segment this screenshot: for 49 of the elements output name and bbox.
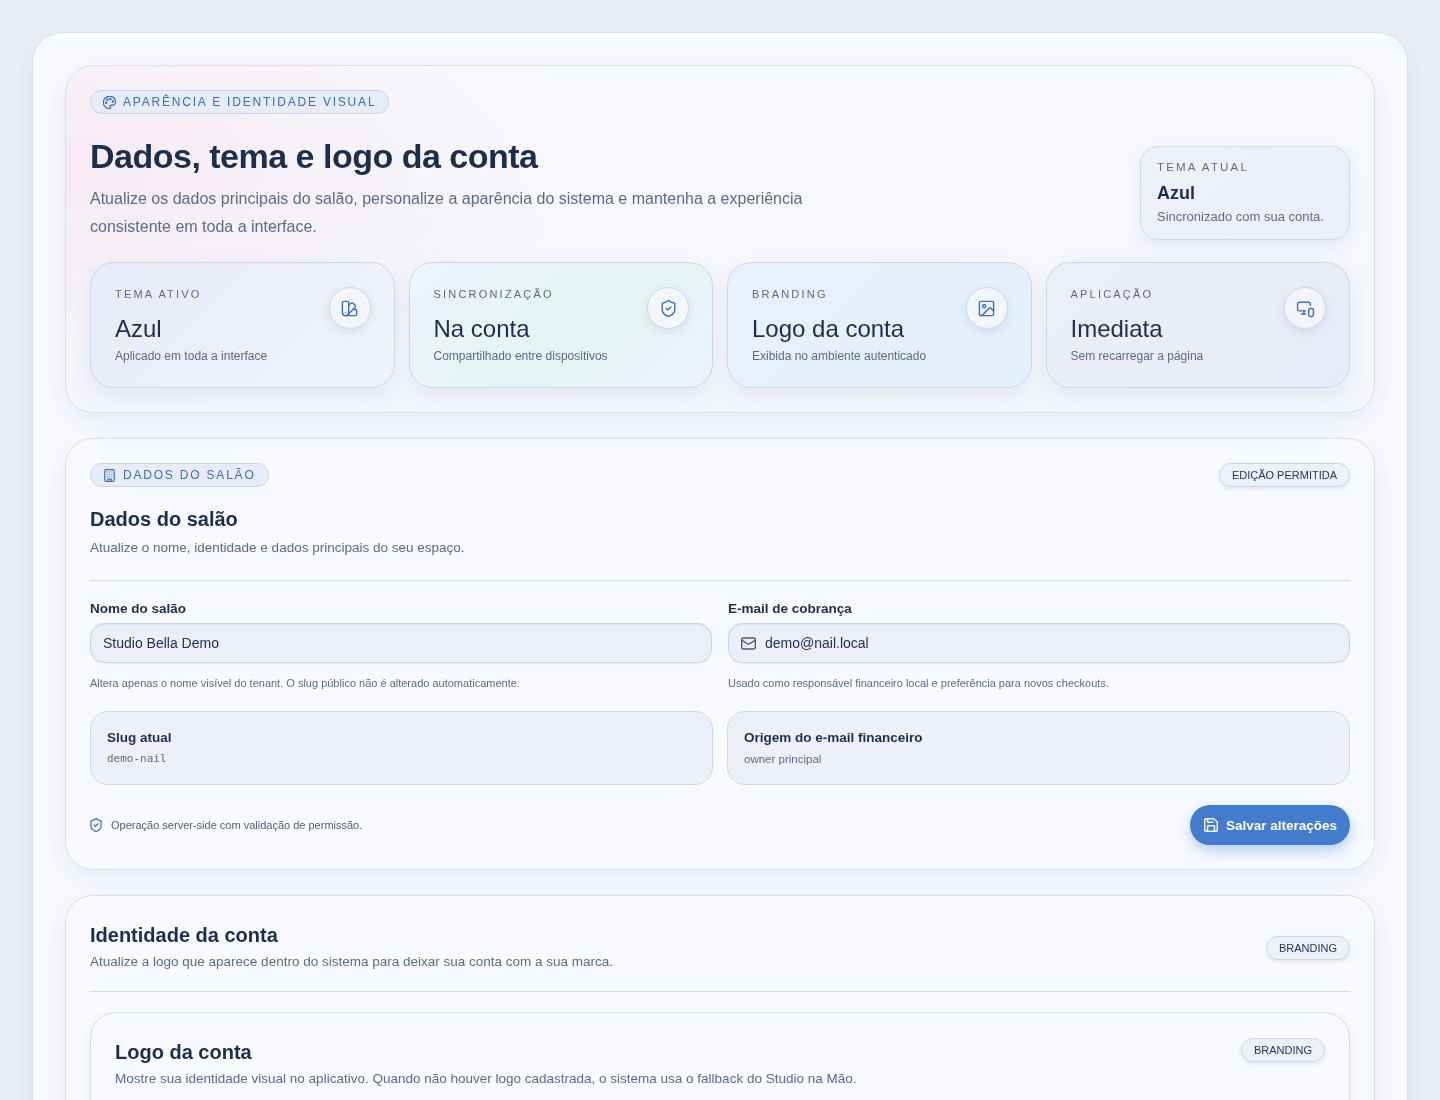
text-field[interactable]: Studio Bella Demo [90,623,712,663]
swatch-book-icon [328,287,371,329]
current-theme-label: TEMA ATUAL [1157,160,1250,175]
branding-badge: BRANDING [1240,1038,1325,1062]
shield-check-icon [647,287,689,329]
section-description: Atualize o nome, identidade e dados principais do seu espaço. [90,539,466,557]
page-description: Atualize os dados principais do salão, personalize a aparência do sistema e mantenha a experiência consistente em toda a interface. [90,189,804,237]
field-label: Nome do salão [90,601,187,617]
field-help-text: Altera apenas o nome visível do tenant. O slug público não é alterado automaticamente. [90,676,520,690]
info-label: Slug atual [107,730,172,746]
stat-note: Exibida no ambiente autenticado [752,348,927,364]
email-field[interactable]: demo@nail.local [728,623,1350,663]
branding-badge: BRANDING [1265,935,1350,960]
stat-value: Na conta [433,314,530,344]
logo-card-title: Logo da conta [115,1040,252,1064]
building-icon [103,468,116,482]
stat-value: Logo da conta [752,314,905,344]
section-tag-label: DADOS DO SALÃO [123,468,256,482]
stat-label: APLICAÇÃO [1070,287,1154,301]
info-value: owner principal [744,752,822,766]
current-theme-value: Azul [1157,182,1195,204]
save-button[interactable]: Salvar alterações [1189,805,1350,845]
stat-label: TEMA ATIVO [115,287,202,301]
monitor-phone-icon [1284,287,1326,329]
info-value: demo-nail [107,752,167,766]
section-title: Identidade da conta [90,923,278,947]
section-tag-label: APARÊNCIA E IDENTIDADE VISUAL [123,95,377,109]
stat-label: BRANDING [752,287,828,301]
logo-card-description: Mostre sua identidade visual no aplicativo. Quando não houver logo cadastrada, o sistema usa o fallback do Studio na Mão. [115,1070,857,1088]
permission-badge: EDIÇÃO PERMITIDA [1218,463,1350,487]
field-help-text: Usado como responsável financeiro local e preferência para novos checkouts. [728,676,1109,690]
section-title: Dados do salão [90,507,239,531]
current-theme-note: Sincronizado com sua conta. [1157,209,1324,225]
section-description: Atualize a logo que aparece dentro do sistema para deixar sua conta com a sua marca. [90,953,614,971]
image-icon [965,287,1008,329]
shield-check-icon [90,818,102,832]
save-icon [1203,818,1218,832]
info-label: Origem do e-mail financeiro [744,730,923,746]
stat-label: SINCRONIZAÇÃO [433,287,554,301]
palette-icon [103,95,116,109]
stat-value: Azul [115,314,162,344]
stat-note: Aplicado em toda a interface [115,348,268,364]
stat-value: Imediata [1070,314,1163,344]
stat-note: Sem recarregar a página [1070,348,1204,364]
stat-note: Compartilhado entre dispositivos [433,348,608,364]
security-note: Operação server-side com validação de permissão. [111,818,363,832]
page-title: Dados, tema e logo da conta [90,136,538,177]
mail-icon [741,637,756,650]
field-label: E-mail de cobrança [728,601,852,617]
